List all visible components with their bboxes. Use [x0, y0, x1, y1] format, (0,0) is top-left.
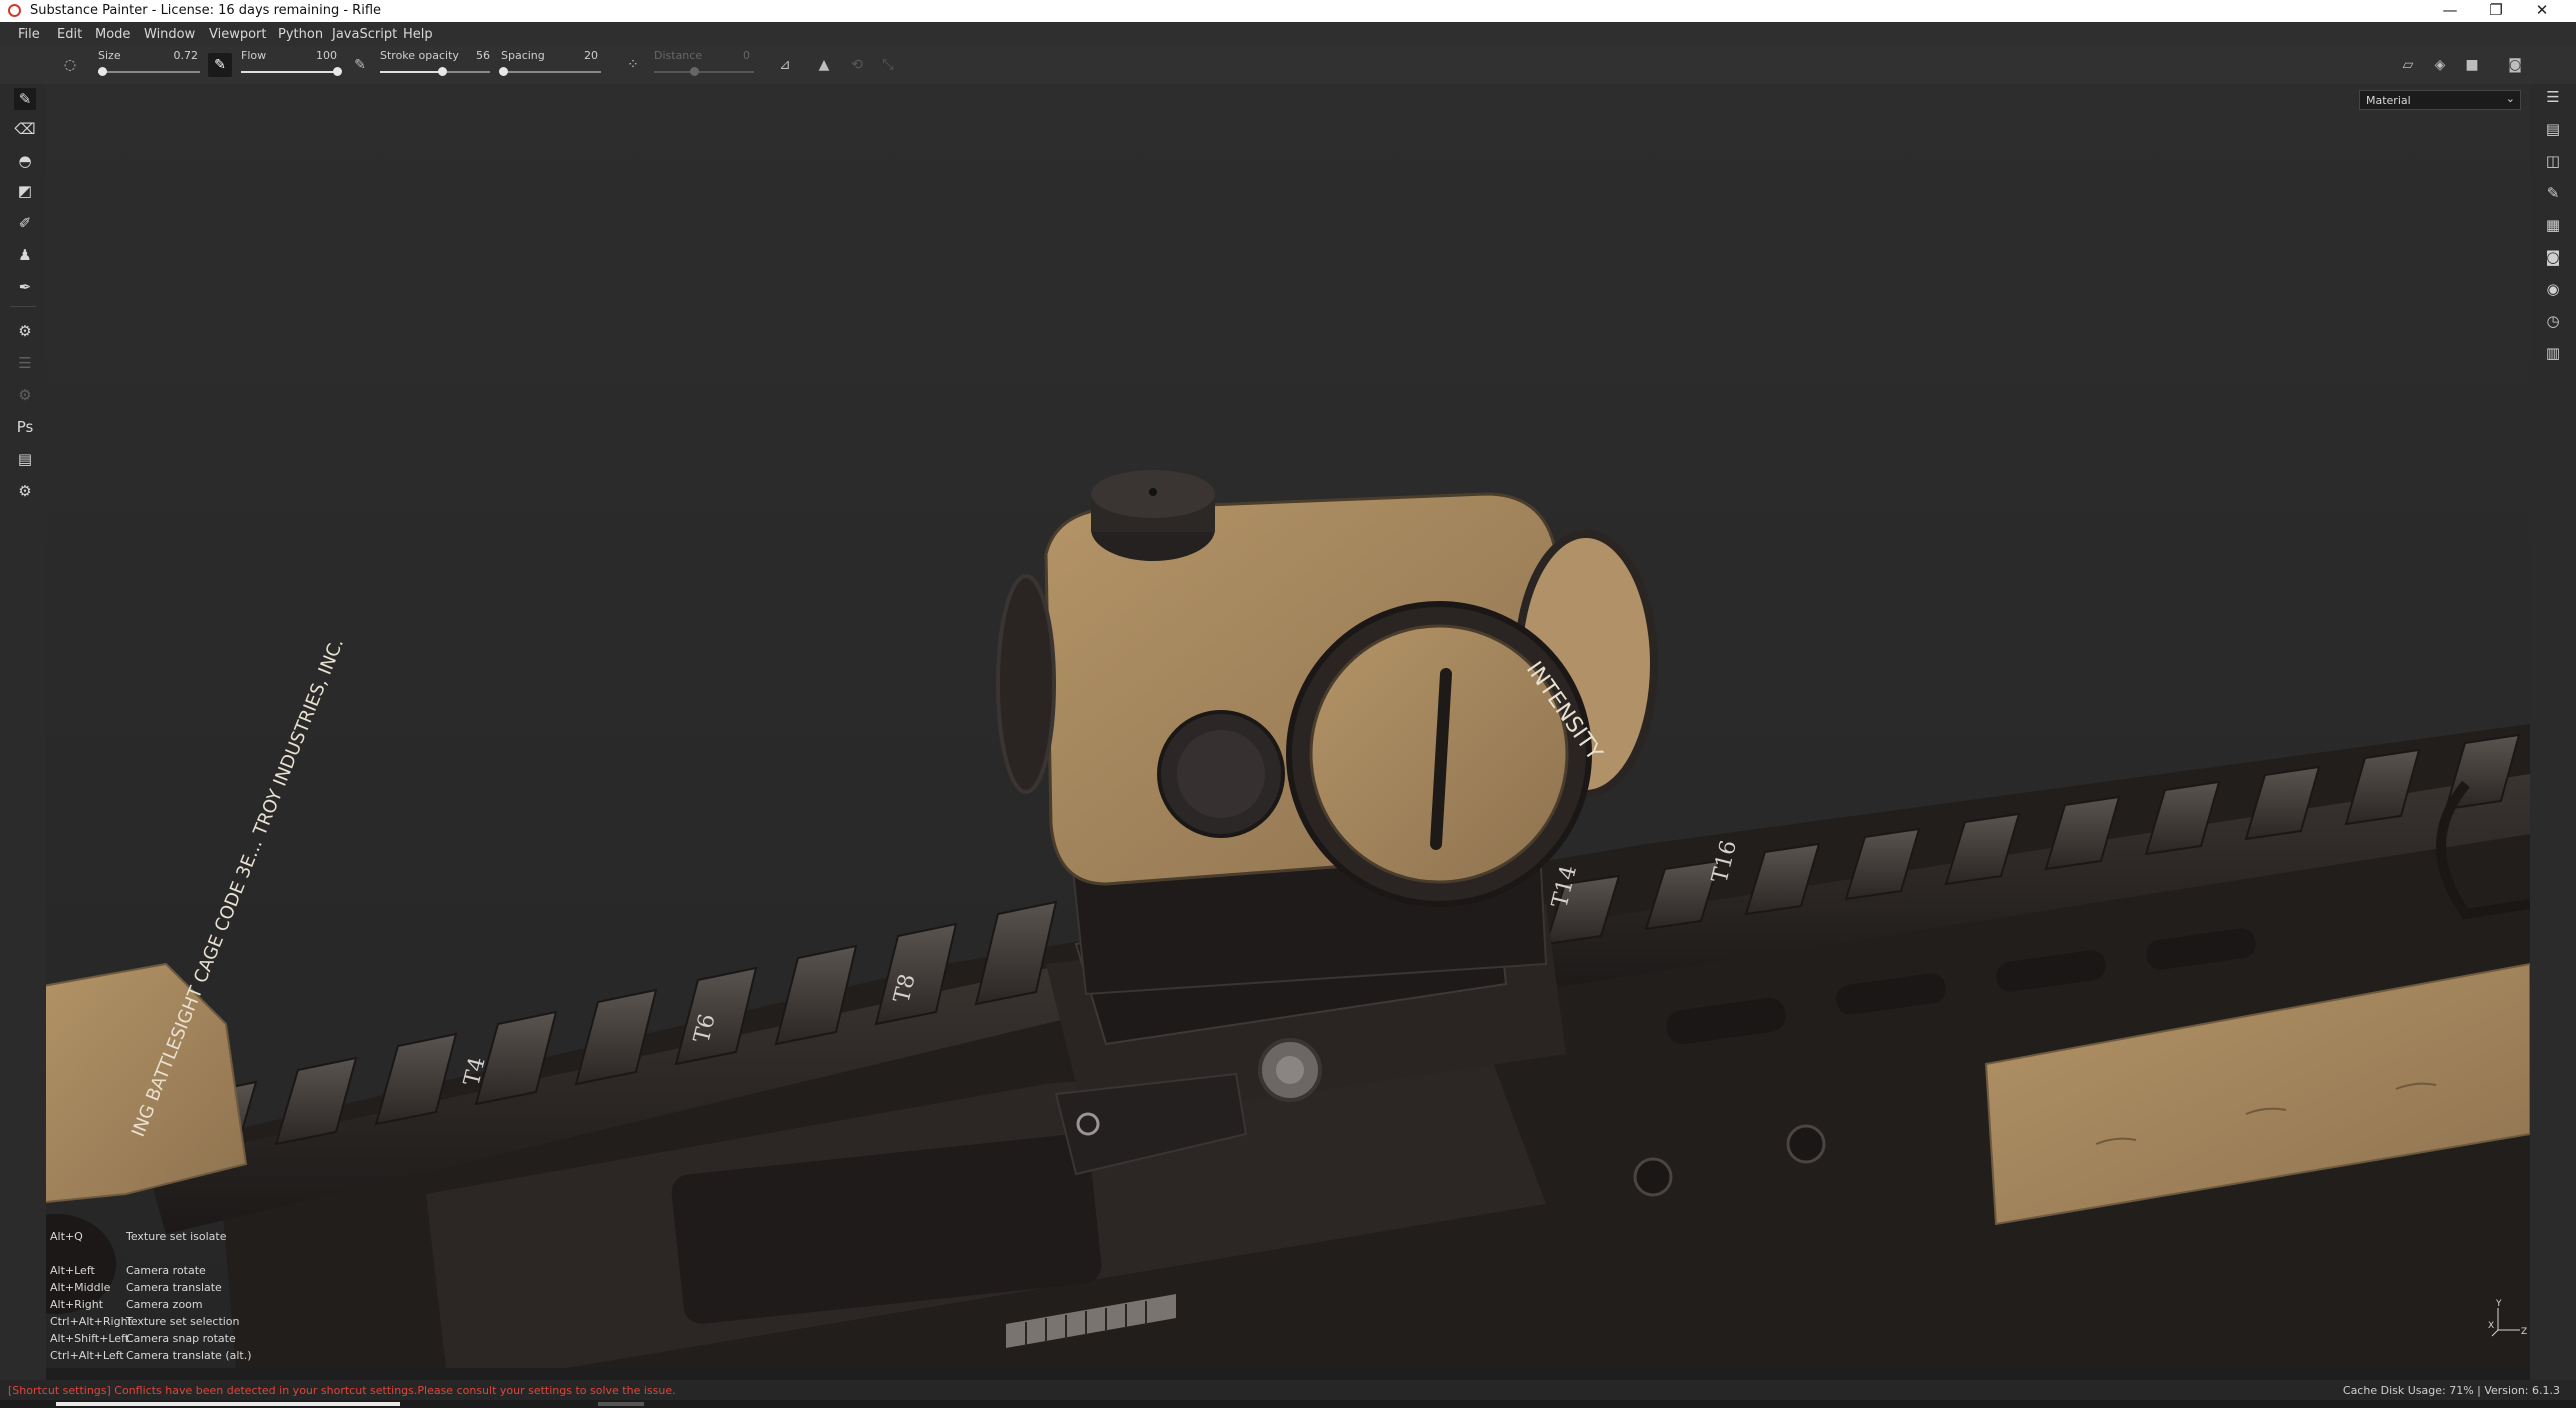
- hint-keys: Alt+Middle: [50, 1281, 111, 1294]
- chevron-down-icon: ⌄: [2505, 92, 2515, 105]
- distance-label: Distance: [654, 49, 703, 62]
- restore-button[interactable]: ❐: [2478, 0, 2514, 22]
- minimize-button[interactable]: —: [2432, 0, 2468, 22]
- menu-edit[interactable]: Edit: [57, 27, 82, 42]
- flow-slider[interactable]: [241, 67, 342, 76]
- settings-disabled-icon: ⚙: [18, 386, 32, 404]
- texture-set-settings-icon[interactable]: ◫: [2542, 150, 2564, 172]
- menu-file[interactable]: File: [18, 27, 40, 42]
- menu-window[interactable]: Window: [144, 27, 195, 42]
- eraser-icon[interactable]: ⌫: [14, 118, 36, 140]
- rifle-model-render[interactable]: INTENSITY ING BATTLESIGHT CAGE CODE 3E..…: [46, 84, 2530, 1368]
- history-icon[interactable]: ◷: [2542, 310, 2564, 332]
- spacing-value[interactable]: 20: [568, 49, 598, 62]
- left-toolbar: ✎ ⌫ ◓ ◩ ✐ ♟ ✒ ⚙ ☰ ⚙ Ps ▤ ⚙: [0, 84, 46, 1384]
- viewport-mode-select[interactable]: Material ⌄: [2359, 90, 2521, 110]
- toolbar-divider: [10, 306, 36, 307]
- polygon-fill-icon[interactable]: ◩: [14, 180, 36, 202]
- axis-x-label: X: [2488, 1321, 2494, 1331]
- 3d-viewport[interactable]: INTENSITY ING BATTLESIGHT CAGE CODE 3E..…: [46, 84, 2530, 1368]
- hint-action: Camera translate: [126, 1281, 222, 1294]
- hint-action: Camera translate (alt.): [126, 1349, 252, 1362]
- app-logo-icon: [8, 4, 21, 17]
- menu-python[interactable]: Python: [278, 27, 323, 42]
- stroke-opacity-slider[interactable]: [380, 67, 490, 76]
- shortcut-conflict-warning[interactable]: [Shortcut settings] Conflicts have been …: [8, 1384, 676, 1397]
- hint-keys: Alt+Shift+Left: [50, 1332, 130, 1345]
- right-toolbar: ☰ ▤ ◫ ✎ ▦ ◙ ◉ ◷ ▥: [2530, 84, 2576, 1384]
- texture-set-list-icon[interactable]: ▤: [2542, 118, 2564, 140]
- hint-action: Texture set isolate: [126, 1230, 227, 1243]
- size-slider[interactable]: [98, 67, 200, 76]
- plugin-settings-icon[interactable]: ⚙: [14, 480, 36, 502]
- menu-viewport[interactable]: Viewport: [209, 27, 267, 42]
- flow-value[interactable]: 100: [307, 49, 337, 62]
- layers-panel-icon[interactable]: ☰: [2542, 86, 2564, 108]
- clone-stamp-icon[interactable]: ♟: [14, 244, 36, 266]
- horizontal-scrollbar-thumb[interactable]: [56, 1402, 400, 1406]
- symmetry-icon[interactable]: ▲: [812, 53, 836, 77]
- bottom-scroll-strip: [0, 1400, 2576, 1408]
- flow-label: Flow: [241, 49, 267, 62]
- bake-settings-icon[interactable]: ⚙: [14, 320, 36, 342]
- 3d-view-icon[interactable]: ◈: [2428, 53, 2452, 77]
- spacing-label: Spacing: [501, 49, 545, 62]
- viewport-mode-value: Material: [2366, 94, 2411, 107]
- layers-placeholder-icon: ☰: [18, 354, 32, 372]
- spacing-slider[interactable]: [499, 67, 601, 76]
- shelf-grid-icon[interactable]: ▦: [2542, 214, 2564, 236]
- size-value[interactable]: 0.72: [168, 49, 199, 62]
- menu-javascript[interactable]: JavaScript: [332, 27, 397, 42]
- stroke-opacity-label: Stroke opacity: [380, 49, 459, 62]
- 2d-view-icon[interactable]: ▱: [2396, 53, 2420, 77]
- projection-icon[interactable]: ◓: [14, 150, 36, 172]
- cache-disk-usage: Cache Disk Usage: 71% | Version: 6.1.3: [2342, 1384, 2560, 1397]
- size-label: Size: [98, 49, 121, 62]
- hint-keys: Ctrl+Alt+Right: [50, 1315, 132, 1328]
- window-title: Substance Painter - License: 16 days rem…: [30, 3, 382, 18]
- hint-keys: Alt+Right: [50, 1298, 104, 1311]
- hint-keys: Alt+Q: [50, 1230, 83, 1243]
- hint-action: Camera rotate: [126, 1264, 206, 1277]
- color-picker-icon[interactable]: ✒: [14, 276, 36, 298]
- distance-value: 0: [743, 49, 750, 62]
- hint-keys: Alt+Left: [50, 1264, 95, 1277]
- log-icon[interactable]: ▥: [2542, 342, 2564, 364]
- menu-help[interactable]: Help: [403, 27, 433, 42]
- horizontal-scrollbar-segment[interactable]: [598, 1402, 644, 1406]
- tool-properties-bar: ◌ Size 0.72 ✎ Flow 100 ✎ Stroke opacity …: [0, 46, 2576, 85]
- photoshop-export-icon[interactable]: Ps: [14, 416, 36, 438]
- brush-shape-icon[interactable]: ◌: [58, 53, 82, 77]
- stroke-opacity-pen-icon[interactable]: ✎: [348, 53, 372, 77]
- flow-pen-pressure-icon[interactable]: ✎: [208, 53, 232, 77]
- lazy-mouse-icon[interactable]: ⁘: [621, 53, 645, 77]
- symmetry-mirror-icon: ⟲: [851, 57, 863, 73]
- menu-bar: File Edit Mode Window Viewport Python Ja…: [0, 22, 2576, 46]
- stroke-opacity-value[interactable]: 56: [460, 49, 490, 62]
- window-titlebar: Substance Painter - License: 16 days rem…: [0, 0, 2576, 22]
- alignment-icon[interactable]: ⊿: [773, 53, 797, 77]
- distance-slider: [654, 67, 754, 76]
- camera-video-icon[interactable]: ■: [2460, 53, 2484, 77]
- hint-action: Camera zoom: [126, 1298, 203, 1311]
- axis-z-label: Z: [2521, 1327, 2527, 1337]
- close-button[interactable]: ✕: [2524, 0, 2560, 22]
- menu-mode[interactable]: Mode: [95, 27, 130, 42]
- hint-action: Camera snap rotate: [126, 1332, 236, 1345]
- screenshot-camera-icon[interactable]: ◙: [2503, 53, 2527, 77]
- document-export-icon[interactable]: ▤: [14, 448, 36, 470]
- axis-gizmo: Y X Z: [2488, 1298, 2528, 1341]
- display-settings-icon[interactable]: ◙: [2542, 246, 2564, 268]
- paint-brush-icon[interactable]: ✎: [14, 88, 36, 110]
- symmetry-settings-icon: ⤡: [882, 57, 894, 73]
- status-bar: [Shortcut settings] Conflicts have been …: [0, 1380, 2576, 1400]
- properties-brush-icon[interactable]: ✎: [2542, 182, 2564, 204]
- smudge-icon[interactable]: ✐: [14, 212, 36, 234]
- axis-y-label: Y: [2495, 1299, 2502, 1309]
- hint-action: Texture set selection: [126, 1315, 240, 1328]
- shader-settings-icon[interactable]: ◉: [2542, 278, 2564, 300]
- hint-keys: Ctrl+Alt+Left: [50, 1349, 124, 1362]
